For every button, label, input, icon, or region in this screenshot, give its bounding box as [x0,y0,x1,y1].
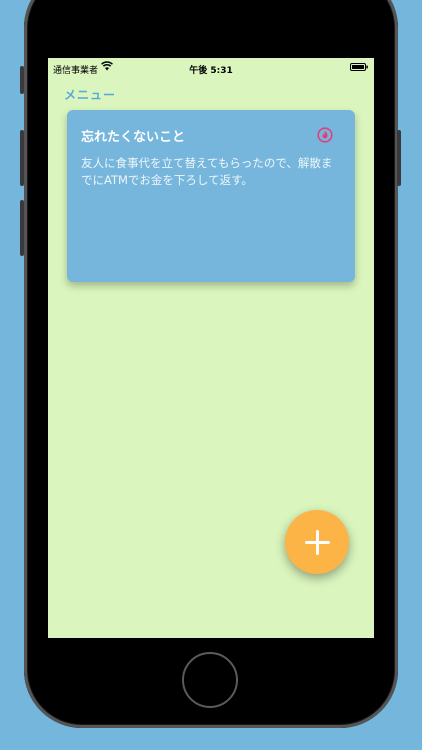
volume-up-button [20,130,24,186]
battery-icon [350,63,368,71]
app-screen: 通信事業者 午後 5:31 メニュー 忘れたくないこと 友人に食事代を立て替えて… [48,58,374,638]
status-bar: 通信事業者 午後 5:31 [48,58,374,78]
fire-icon[interactable] [317,127,333,143]
note-title: 忘れたくないこと [81,130,186,145]
volume-down-button [20,200,24,256]
home-button[interactable] [182,652,238,708]
add-note-button[interactable] [285,510,349,574]
power-button [397,130,401,186]
plus-icon [305,530,330,555]
note-body: 友人に食事代を立て替えてもらったので、解散までにATMでお金を下ろして返す。 [81,156,333,187]
note-card[interactable]: 忘れたくないこと 友人に食事代を立て替えてもらったので、解散までにATMでお金を… [67,110,355,282]
clock: 午後 5:31 [189,66,233,76]
menu-button[interactable]: メニュー [64,86,116,103]
mute-switch [20,66,24,94]
